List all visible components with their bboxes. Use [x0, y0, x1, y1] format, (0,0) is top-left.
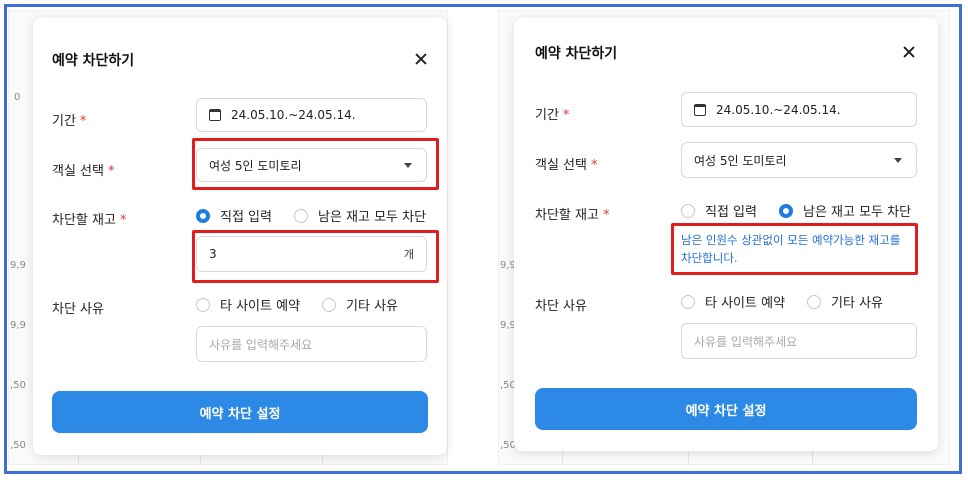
radio-other-site[interactable] [681, 294, 695, 309]
radio-label-other-reason: 기타 사유 [831, 296, 884, 311]
notice-line: 차단합니다. [681, 251, 738, 265]
set-block-button[interactable]: 예약 차단 설정 [535, 388, 917, 430]
block-reservation-modal-right: 예약 차단하기 기간 * 24.05.10.~24.05.14. 객실 선택 * 여… [514, 18, 938, 451]
close-icon[interactable] [414, 52, 428, 66]
radio-block-all[interactable] [293, 208, 308, 223]
grid-line [562, 450, 563, 465]
radio-direct-input[interactable] [196, 208, 210, 223]
modal-title: 예약 차단하기 [535, 46, 618, 62]
reason-input[interactable]: 사유를 입력해주세요 [681, 323, 917, 359]
stock-label: 차단할 재고 * [535, 208, 610, 223]
radio-label-direct-input: 직접 입력 [220, 210, 272, 225]
period-label: 기간 * [535, 108, 570, 123]
stock-quantity-input[interactable]: 3 개 [196, 236, 427, 272]
close-icon[interactable] [902, 45, 916, 59]
set-block-button[interactable]: 예약 차단 설정 [52, 391, 428, 433]
radio-label-other-site: 타 사이트 예약 [705, 296, 786, 311]
radio-other-reason[interactable] [807, 294, 822, 309]
reason-input[interactable]: 사유를 입력해주세요 [196, 326, 427, 362]
radio-other-reason[interactable] [322, 297, 337, 312]
calendar-icon [694, 103, 706, 116]
block-all-notice: 남은 인원수 상관없이 모든 예약가능한 재고를 차단합니다. [681, 231, 900, 267]
room-label: 객실 선택 * [52, 164, 115, 179]
grid-line [688, 450, 689, 465]
room-select[interactable]: 여성 5인 도미토리 [681, 142, 917, 178]
required-mark: * [119, 213, 127, 228]
room-select[interactable]: 여성 5인 도미토리 [196, 148, 427, 182]
period-field[interactable]: 24.05.10.~24.05.14. [681, 92, 917, 127]
required-mark: * [107, 164, 115, 179]
notice-line: 남은 인원수 상관없이 모든 예약가능한 재고를 [681, 233, 901, 247]
background-value: 9,9 [10, 320, 26, 331]
required-mark: * [79, 114, 87, 129]
required-mark: * [602, 208, 610, 223]
required-mark: * [562, 108, 570, 123]
modal-title: 예약 차단하기 [52, 53, 135, 69]
radio-label-block-all: 남은 재고 모두 차단 [317, 210, 427, 225]
reason-radio-group: 타 사이트 예약 기타 사유 [681, 292, 905, 311]
radio-label-other-site: 타 사이트 예약 [220, 299, 301, 314]
block-reservation-modal-left: 예약 차단하기 기간 * 24.05.10.~24.05.14. 객실 선택 * 여… [33, 18, 447, 455]
stock-label: 차단할 재고 * [52, 213, 127, 228]
reason-placeholder: 사유를 입력해주세요 [209, 337, 313, 352]
radio-label-block-all: 남은 재고 모두 차단 [802, 205, 912, 220]
period-label: 기간 * [52, 114, 87, 129]
required-mark: * [590, 158, 598, 173]
stock-radio-group: 직접 입력 남은 재고 모두 차단 [196, 206, 448, 225]
stock-quantity-value: 3 [209, 247, 217, 261]
background-value: 9,9 [10, 260, 26, 271]
radio-block-all[interactable] [778, 203, 793, 218]
period-value: 24.05.10.~24.05.14. [231, 108, 356, 122]
stock-unit: 개 [403, 248, 414, 261]
stock-radio-group: 직접 입력 남은 재고 모두 차단 [681, 201, 933, 220]
calendar-icon [209, 109, 221, 121]
chevron-down-icon [404, 163, 412, 168]
reason-placeholder: 사유를 입력해주세요 [694, 334, 798, 349]
background-value: 0 [14, 92, 21, 103]
radio-label-other-reason: 기타 사유 [346, 299, 399, 314]
period-value: 24.05.10.~24.05.14. [716, 102, 841, 117]
room-select-value: 여성 5인 도미토리 [209, 158, 302, 173]
reason-radio-group: 타 사이트 예약 기타 사유 [196, 295, 420, 314]
radio-direct-input[interactable] [681, 203, 695, 218]
period-field[interactable]: 24.05.10.~24.05.14. [196, 98, 427, 132]
background-value: ,50 [10, 380, 26, 391]
radio-other-site[interactable] [196, 297, 210, 312]
background-value: ,50 [10, 440, 26, 451]
room-select-value: 여성 5인 도미토리 [694, 153, 787, 168]
chevron-down-icon [894, 158, 902, 163]
reason-label: 차단 사유 [535, 299, 587, 314]
grid-line [812, 450, 813, 465]
reason-label: 차단 사유 [52, 302, 104, 317]
radio-label-direct-input: 직접 입력 [705, 205, 757, 220]
room-label: 객실 선택 * [535, 158, 598, 173]
